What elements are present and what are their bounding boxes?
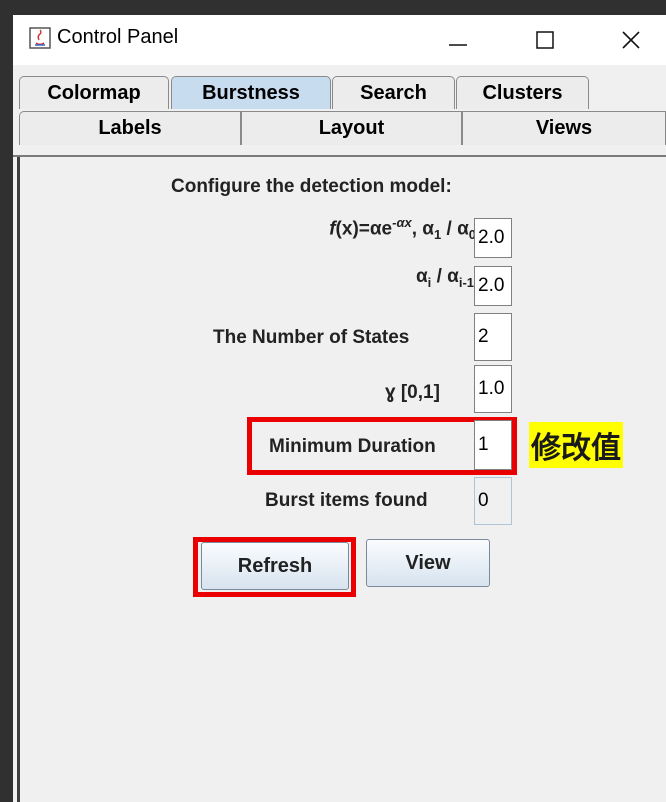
tab-labels[interactable]: Labels <box>19 111 241 145</box>
close-icon <box>622 31 640 49</box>
tab-colormap[interactable]: Colormap <box>19 76 169 109</box>
refresh-button[interactable]: Refresh <box>201 542 349 590</box>
num-states-field[interactable]: 2 <box>474 313 512 361</box>
control-panel-window: Control Panel Colormap Burstness Search … <box>13 15 666 802</box>
formula-label: f(x)=αe-αx, α1 / α0 <box>329 215 476 243</box>
tab-layout[interactable]: Layout <box>241 111 462 145</box>
annotation-note: 修改值 <box>529 422 623 468</box>
burst-found-field: 0 <box>474 477 512 525</box>
tab-search[interactable]: Search <box>332 76 455 109</box>
gamma-label: ɣ [0,1] <box>385 382 440 403</box>
num-states-label: The Number of States <box>213 327 410 348</box>
title-bar: Control Panel <box>13 15 666 65</box>
tab-clusters[interactable]: Clusters <box>456 76 589 109</box>
ratio-field[interactable]: 2.0 <box>474 266 512 306</box>
close-button[interactable] <box>601 15 661 65</box>
panel-left-border <box>17 157 20 802</box>
gamma-field[interactable]: 1.0 <box>474 365 512 413</box>
min-duration-label: Minimum Duration <box>269 436 436 457</box>
window-title: Control Panel <box>57 26 179 48</box>
minimize-button[interactable] <box>428 15 488 65</box>
view-button[interactable]: View <box>366 539 490 587</box>
burst-found-label: Burst items found <box>265 490 428 511</box>
minimize-icon <box>449 44 467 46</box>
java-app-icon <box>29 26 51 50</box>
maximize-button[interactable] <box>515 15 575 65</box>
tab-divider <box>13 155 666 157</box>
maximize-icon <box>536 31 554 49</box>
tab-burstness[interactable]: Burstness <box>171 76 331 109</box>
formula-ratio-field[interactable]: 2.0 <box>474 218 512 258</box>
ratio-label: αi / αi-1 <box>415 266 474 290</box>
tab-views[interactable]: Views <box>462 111 666 145</box>
config-heading: Configure the detection model: <box>171 176 452 197</box>
min-duration-field[interactable]: 1 <box>474 420 512 470</box>
